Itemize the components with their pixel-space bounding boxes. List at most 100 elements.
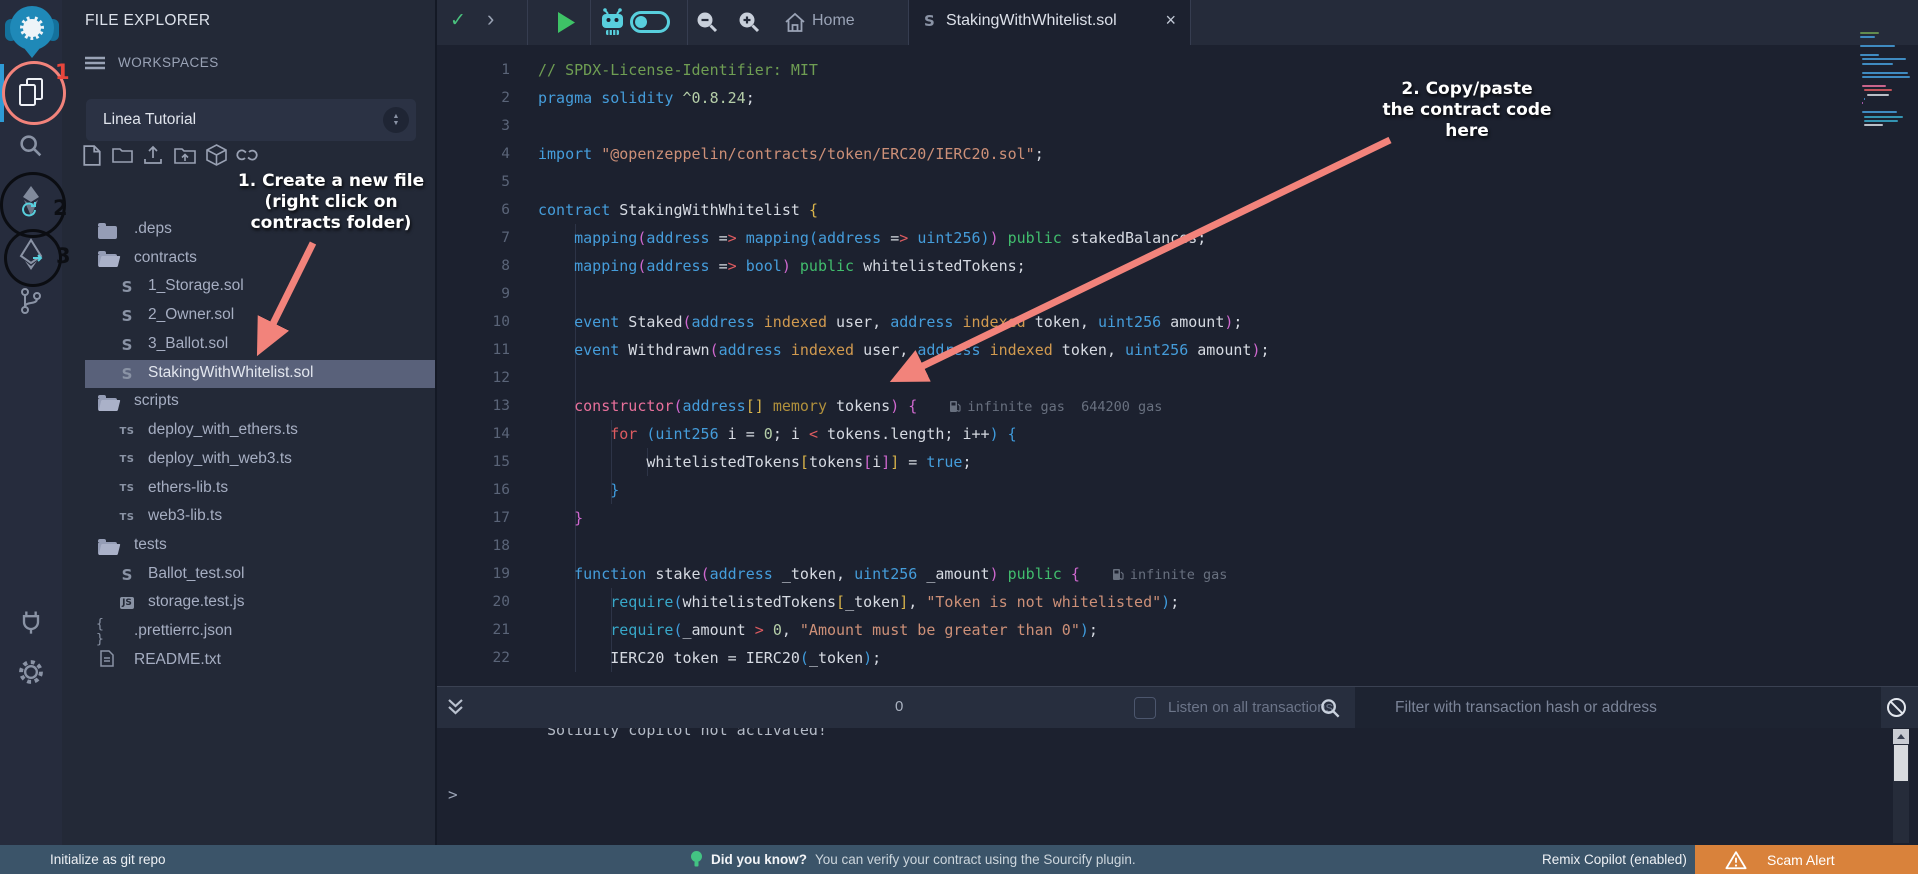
new-folder-icon[interactable] (110, 143, 134, 167)
settings-gear-icon[interactable] (0, 658, 62, 686)
minimap-line (1860, 45, 1895, 47)
zoom-in-icon[interactable] (737, 10, 762, 40)
line-number: 10 (437, 308, 510, 336)
link-icon[interactable] (235, 143, 259, 167)
upload-folder-icon[interactable] (173, 143, 197, 167)
line-number: 2 (437, 84, 510, 112)
annotation-step1: 1. Create a new file (right click on con… (222, 171, 440, 234)
workspaces-menu-icon[interactable] (85, 56, 105, 75)
workspace-caret-icon[interactable]: ▲▼ (383, 107, 409, 133)
zoom-out-icon[interactable] (695, 10, 720, 40)
line-number: 20 (437, 588, 510, 616)
close-tab-icon[interactable]: × (1165, 10, 1176, 31)
code-line-20[interactable]: 20 require(whitelistedTokens[_token], "T… (437, 588, 1918, 616)
copilot-toggle[interactable] (630, 11, 670, 33)
code-line-10[interactable]: 10 event Staked(address indexed user, ad… (437, 308, 1918, 336)
accept-check-icon[interactable]: ✓ (450, 9, 466, 32)
minimap-line (1862, 58, 1905, 60)
git-icon[interactable] (0, 286, 62, 316)
minimap-line (1860, 36, 1875, 38)
listen-label[interactable]: Listen on all transactions (1168, 699, 1333, 716)
terminal-scrollbar[interactable] (1893, 729, 1909, 843)
tree-row--prettierrc-json[interactable]: { }.prettierrc.json (62, 618, 435, 646)
tree-row-contracts[interactable]: contracts (62, 245, 435, 273)
next-chevron-icon[interactable]: › (487, 6, 494, 32)
line-number: 3 (437, 112, 510, 140)
code-line-14[interactable]: 14 for (uint256 i = 0; i < tokens.length… (437, 420, 1918, 448)
code-line-15[interactable]: 15 whitelistedTokens[tokens[i]] = true; (437, 448, 1918, 476)
code-line-17[interactable]: 17 } (437, 504, 1918, 532)
terminal-output[interactable]: Solidity copilot not activated! > (437, 727, 1918, 845)
sol-icon: S (122, 336, 133, 354)
code-line-9[interactable]: 9 (437, 280, 1918, 308)
sol-icon: S (122, 365, 133, 383)
tree-row-storage-test-js[interactable]: JSstorage.test.js (62, 589, 435, 617)
tree-row-readme-txt[interactable]: README.txt (62, 647, 435, 675)
clear-console-icon[interactable] (1885, 696, 1908, 724)
file-explorer-icon[interactable] (0, 76, 62, 108)
code-line-3[interactable]: 3 (437, 112, 1918, 140)
cube-icon[interactable] (204, 143, 228, 167)
copilot-robot-icon[interactable] (599, 8, 626, 41)
tree-row-ethers-lib-ts[interactable]: TSethers-lib.ts (62, 475, 435, 503)
collapse-terminal-icon[interactable] (447, 698, 464, 722)
run-script-icon[interactable] (556, 11, 576, 39)
tree-row-deploy-with-ethers-ts[interactable]: TSdeploy_with_ethers.ts (62, 417, 435, 445)
tab-home[interactable]: Home (812, 12, 855, 30)
code-line-4[interactable]: 4import "@openzeppelin/contracts/token/E… (437, 140, 1918, 168)
line-number: 7 (437, 224, 510, 252)
tree-row-deploy-with-web3-ts[interactable]: TSdeploy_with_web3.ts (62, 446, 435, 474)
code-line-5[interactable]: 5 (437, 168, 1918, 196)
copilot-status[interactable]: Remix Copilot (enabled) (1542, 852, 1687, 867)
folder-open-icon (98, 250, 117, 267)
code-line-13[interactable]: 13 constructor(address[] memory tokens) … (437, 392, 1918, 420)
code-line-12[interactable]: 12 (437, 364, 1918, 392)
tab-staking-file[interactable]: S StakingWithWhitelist.sol × (908, 0, 1190, 45)
scroll-up-icon[interactable] (1893, 729, 1909, 744)
tree-row-scripts[interactable]: scripts (62, 388, 435, 416)
tree-row-stakingwithwhitelist-sol[interactable]: SStakingWithWhitelist.sol (85, 360, 435, 388)
tip-text: You can verify your contract using the S… (815, 852, 1136, 867)
code-editor[interactable]: 1// SPDX-License-Identifier: MIT2pragma … (437, 45, 1918, 686)
code-line-1[interactable]: 1// SPDX-License-Identifier: MIT (437, 56, 1918, 84)
new-file-icon[interactable] (80, 143, 104, 167)
code-line-19[interactable]: 19 function stake(address _token, uint25… (437, 560, 1918, 588)
tree-row-tests[interactable]: tests (62, 532, 435, 560)
code-line-22[interactable]: 22 IERC20 token = IERC20(_token); (437, 644, 1918, 672)
tree-row-3-ballot-sol[interactable]: S3_Ballot.sol (62, 331, 435, 359)
tree-label: contracts (134, 249, 197, 267)
code-line-6[interactable]: 6contract StakingWithWhitelist { (437, 196, 1918, 224)
code-line-18[interactable]: 18 (437, 532, 1918, 560)
deploy-run-icon[interactable] (0, 238, 62, 272)
remix-logo-icon[interactable] (7, 6, 57, 56)
init-git-repo-button[interactable]: Initialize as git repo (50, 852, 166, 867)
terminal-search-icon[interactable] (1319, 697, 1342, 725)
workspace-select[interactable]: Linea Tutorial ▲▼ (86, 99, 416, 141)
code-line-2[interactable]: 2pragma solidity ^0.8.24; (437, 84, 1918, 112)
upload-file-icon[interactable] (141, 143, 165, 167)
tree-row-2-owner-sol[interactable]: S2_Owner.sol (62, 302, 435, 330)
scrollbar-thumb[interactable] (1894, 745, 1908, 781)
gas-estimate-hint: infinite gas 644200 gas (949, 393, 1162, 421)
scam-alert-button[interactable]: Scam Alert (1695, 845, 1918, 874)
tree-row-ballot-test-sol[interactable]: SBallot_test.sol (62, 561, 435, 589)
tree-label: tests (134, 536, 167, 554)
annotation-step2: 2. Copy/paste the contract code here (1352, 79, 1582, 142)
plugin-manager-icon[interactable] (0, 608, 62, 636)
tree-row-1-storage-sol[interactable]: S1_Storage.sol (62, 273, 435, 301)
code-line-7[interactable]: 7 mapping(address => mapping(address => … (437, 224, 1918, 252)
json-icon: { } (96, 617, 118, 647)
tree-row-web3-lib-ts[interactable]: TSweb3-lib.ts (62, 503, 435, 531)
search-icon[interactable] (0, 132, 62, 160)
code-line-16[interactable]: 16 } (437, 476, 1918, 504)
home-icon[interactable] (784, 12, 806, 38)
code-line-11[interactable]: 11 event Withdrawn(address indexed user,… (437, 336, 1918, 364)
listen-checkbox[interactable] (1134, 697, 1156, 719)
code-line-21[interactable]: 21 require(_amount > 0, "Amount must be … (437, 616, 1918, 644)
minimap[interactable] (1860, 32, 1914, 142)
line-content: event Staked(address indexed user, addre… (538, 308, 1242, 336)
code-line-8[interactable]: 8 mapping(address => bool) public whitel… (437, 252, 1918, 280)
solidity-file-icon: S (924, 12, 935, 30)
transaction-filter-input[interactable] (1355, 687, 1881, 728)
minimap-line (1864, 98, 1865, 100)
